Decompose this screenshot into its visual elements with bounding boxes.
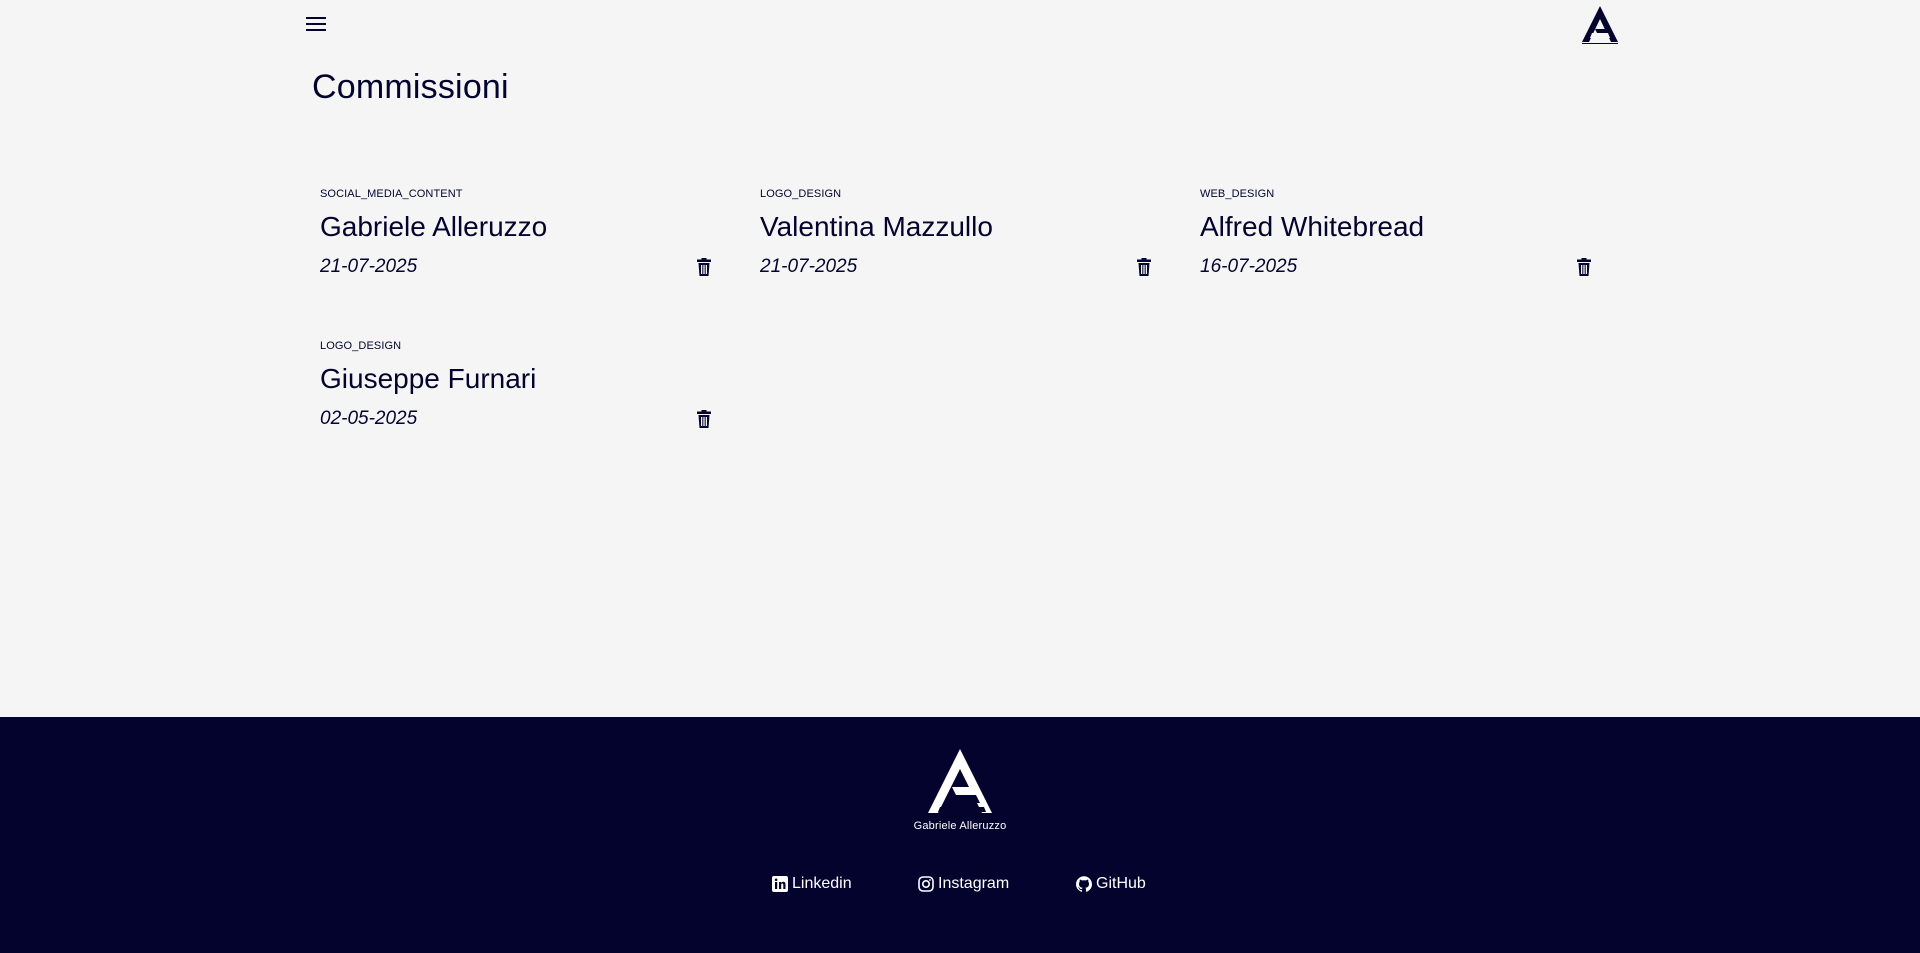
top-navbar [0,0,1920,48]
commission-card[interactable]: LOGO_DESIGN Valentina Mazzullo 21-07-202… [760,188,1152,288]
commission-client-name: Giuseppe Furnari [320,363,537,394]
hamburger-menu-icon[interactable] [304,13,328,35]
instagram-link[interactable]: Instagram [918,875,1009,893]
commission-card[interactable]: SOCIAL_MEDIA_CONTENT Gabriele Alleruzzo … [320,188,712,288]
commission-type: LOGO_DESIGN [760,188,842,200]
commission-client-name: Valentina Mazzullo [760,211,993,242]
linkedin-icon [772,876,788,892]
commission-client-name: Alfred Whitebread [1200,211,1425,242]
trash-icon[interactable] [696,258,712,276]
linkedin-link[interactable]: Linkedin [772,875,852,893]
page-title: Commissioni [312,68,509,106]
commission-client-name: Gabriele Alleruzzo [320,211,548,242]
commission-type: SOCIAL_MEDIA_CONTENT [320,188,463,200]
commission-type: LOGO_DESIGN [320,340,402,352]
footer: Gabriele Alleruzzo Linkedin Instagram Gi… [0,717,1920,953]
github-icon [1076,876,1092,892]
github-link[interactable]: GitHub [1076,875,1146,893]
commission-type: WEB_DESIGN [1200,188,1275,200]
commission-card[interactable]: LOGO_DESIGN Giuseppe Furnari 02-05-2025 [320,340,712,440]
github-label: GitHub [1096,875,1146,892]
commission-date: 21-07-2025 [320,256,418,277]
commission-card[interactable]: WEB_DESIGN Alfred Whitebread 16-07-2025 [1200,188,1592,288]
commission-date: 16-07-2025 [1200,256,1298,277]
trash-icon[interactable] [1136,258,1152,276]
commission-date: 02-05-2025 [320,408,418,429]
trash-icon[interactable] [696,410,712,428]
footer-brand-name: Gabriele Alleruzzo [913,820,1007,832]
ag-logo-icon[interactable] [1578,4,1622,44]
linkedin-label: Linkedin [792,875,852,892]
commission-date: 21-07-2025 [760,256,858,277]
instagram-label: Instagram [938,875,1010,892]
trash-icon[interactable] [1576,258,1592,276]
instagram-icon [918,876,934,892]
